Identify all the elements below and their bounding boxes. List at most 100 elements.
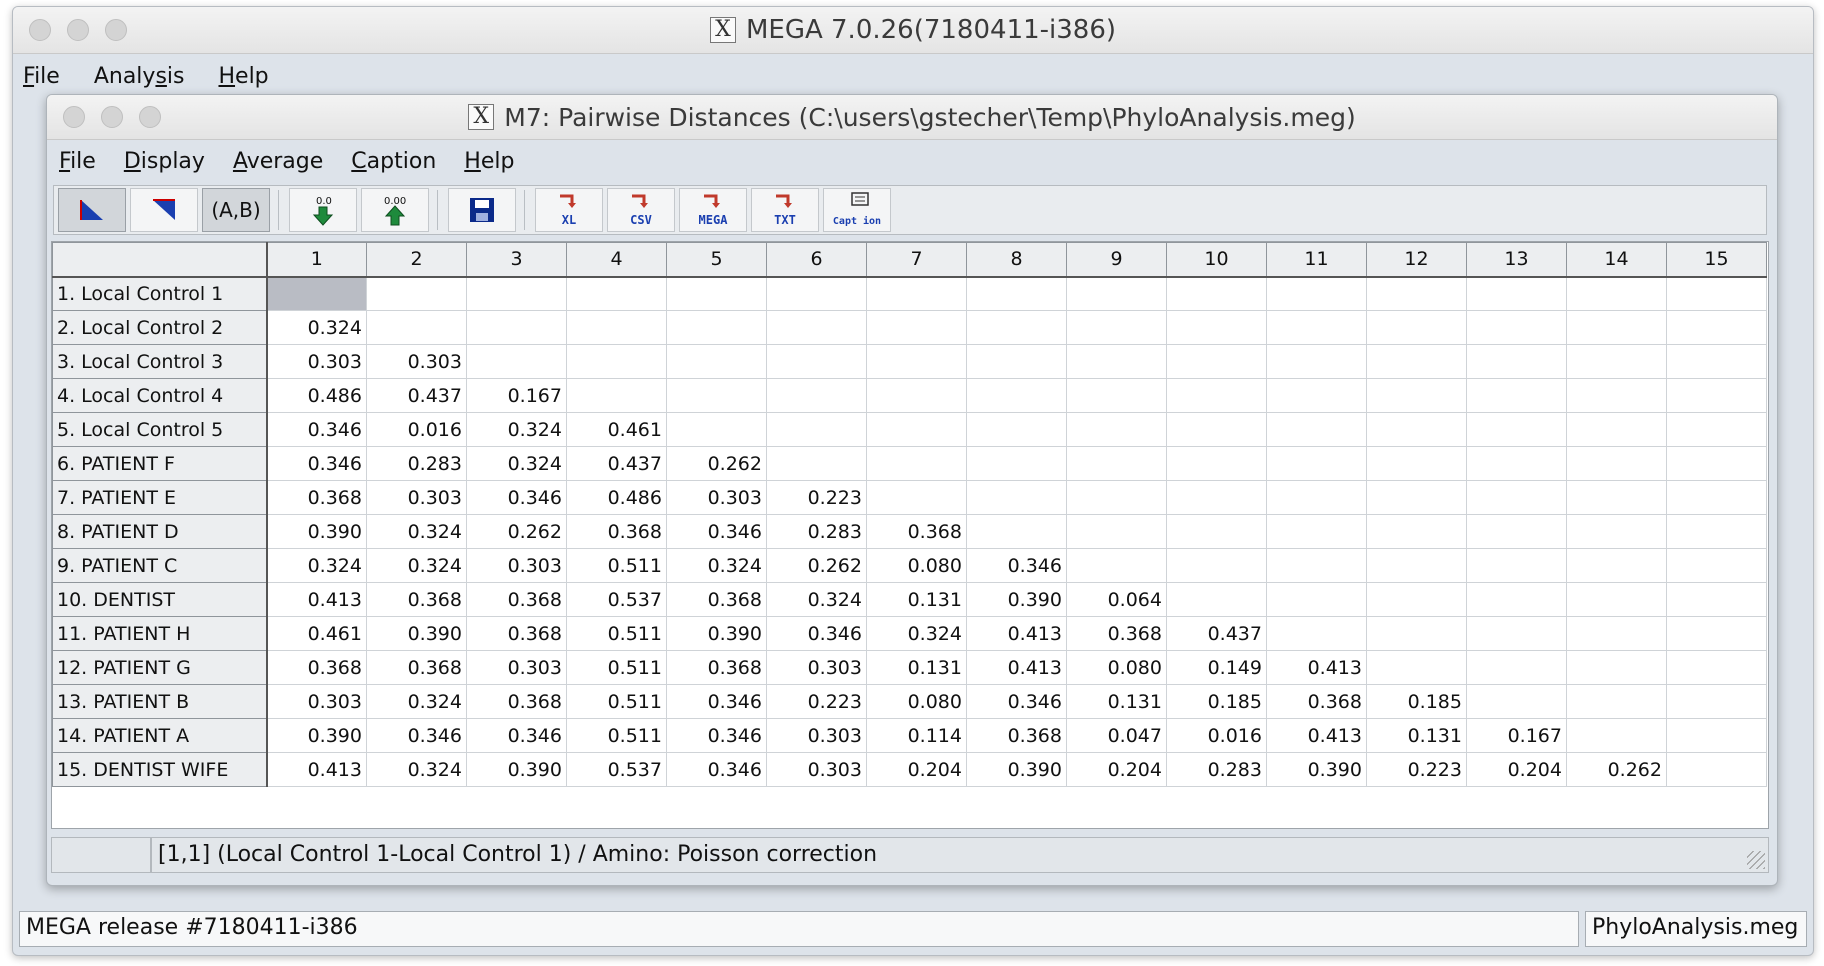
distance-cell[interactable] <box>866 378 967 413</box>
menu-average[interactable]: Average <box>233 149 323 174</box>
distance-cell[interactable] <box>1666 446 1767 481</box>
distance-cell[interactable] <box>1066 344 1167 379</box>
distance-cell[interactable]: 0.262 <box>666 446 767 481</box>
distance-cell[interactable]: 0.303 <box>366 344 467 379</box>
save-button[interactable] <box>448 188 516 232</box>
distance-cell[interactable] <box>766 344 867 379</box>
distance-cell[interactable] <box>1066 276 1167 311</box>
distance-cell[interactable]: 0.511 <box>566 650 667 685</box>
distance-cell[interactable] <box>1466 276 1567 311</box>
distance-cell[interactable] <box>1466 548 1567 583</box>
export-mega-button[interactable]: MEGA <box>679 188 747 232</box>
row-header[interactable]: 15. DENTIST WIFE <box>52 752 268 787</box>
distance-cell[interactable] <box>1666 582 1767 617</box>
resize-grip-icon[interactable] <box>1747 851 1765 869</box>
distance-cell[interactable]: 0.223 <box>1366 752 1467 787</box>
row-header[interactable]: 6. PATIENT F <box>52 446 268 481</box>
distance-cell[interactable]: 0.346 <box>266 446 367 481</box>
distance-cell[interactable] <box>1666 276 1767 311</box>
distance-cell[interactable]: 0.204 <box>866 752 967 787</box>
distance-cell[interactable] <box>966 344 1067 379</box>
distance-matrix-grid[interactable]: 1 2 3 4 5 6 7 8 9 10 11 12 13 14 15 1. Local Control 1… <box>51 241 1769 829</box>
distance-cell[interactable] <box>1666 548 1767 583</box>
distance-cell[interactable] <box>1466 310 1567 345</box>
distance-cell[interactable]: 0.185 <box>1366 684 1467 719</box>
distance-cell[interactable] <box>1166 514 1267 549</box>
distance-cell[interactable] <box>1066 412 1167 447</box>
distance-cell[interactable] <box>766 310 867 345</box>
distance-cell[interactable] <box>466 344 567 379</box>
distance-cell[interactable] <box>1566 718 1667 753</box>
distance-cell[interactable] <box>1566 650 1667 685</box>
distance-cell[interactable]: 0.346 <box>366 718 467 753</box>
distance-cell[interactable] <box>1166 310 1267 345</box>
distance-cell[interactable]: 0.303 <box>366 480 467 515</box>
distance-cell[interactable] <box>1466 480 1567 515</box>
export-csv-button[interactable]: CSV <box>607 188 675 232</box>
distance-cell[interactable]: 0.223 <box>766 480 867 515</box>
distance-cell[interactable]: 0.204 <box>1466 752 1567 787</box>
distance-cell[interactable]: 0.303 <box>466 650 567 685</box>
distance-cell[interactable] <box>966 514 1067 549</box>
distance-cell[interactable]: 0.016 <box>1166 718 1267 753</box>
distance-cell[interactable] <box>1466 616 1567 651</box>
distance-cell[interactable]: 0.368 <box>666 582 767 617</box>
row-header[interactable]: 3. Local Control 3 <box>52 344 268 379</box>
row-header[interactable]: 4. Local Control 4 <box>52 378 268 413</box>
distance-cell[interactable] <box>1166 548 1267 583</box>
distance-cell[interactable]: 0.437 <box>366 378 467 413</box>
distance-cell[interactable] <box>1166 344 1267 379</box>
distance-cell[interactable] <box>1466 344 1567 379</box>
distance-cell[interactable] <box>1366 582 1467 617</box>
distance-cell[interactable] <box>1266 616 1367 651</box>
distance-cell[interactable] <box>1566 412 1667 447</box>
distance-cell[interactable] <box>1066 480 1167 515</box>
column-header[interactable]: 7 <box>866 242 967 278</box>
distance-cell[interactable]: 0.080 <box>866 684 967 719</box>
distance-cell[interactable] <box>566 378 667 413</box>
distance-cell[interactable]: 0.368 <box>466 582 567 617</box>
distance-cell[interactable] <box>1066 446 1167 481</box>
distance-cell[interactable]: 0.390 <box>366 616 467 651</box>
row-header[interactable]: 13. PATIENT B <box>52 684 268 719</box>
column-header[interactable]: 13 <box>1466 242 1567 278</box>
distance-cell[interactable]: 0.390 <box>966 752 1067 787</box>
distance-cell[interactable] <box>866 412 967 447</box>
distance-cell[interactable]: 0.461 <box>266 616 367 651</box>
menu-file[interactable]: File <box>59 149 96 174</box>
distance-cell[interactable]: 0.413 <box>1266 650 1367 685</box>
distance-cell[interactable] <box>1366 514 1467 549</box>
distance-cell[interactable]: 0.080 <box>1066 650 1167 685</box>
distance-cell[interactable] <box>1166 276 1267 311</box>
distance-cell[interactable] <box>1566 276 1667 311</box>
distance-cell[interactable] <box>1266 514 1367 549</box>
column-header[interactable]: 11 <box>1266 242 1367 278</box>
distance-cell[interactable]: 0.346 <box>666 684 767 719</box>
distance-cell[interactable]: 0.185 <box>1166 684 1267 719</box>
distance-cell[interactable] <box>866 276 967 311</box>
distance-cell[interactable]: 0.346 <box>666 718 767 753</box>
distance-cell[interactable]: 0.346 <box>766 616 867 651</box>
distance-cell[interactable] <box>1066 514 1167 549</box>
increase-precision-button[interactable]: 0.00 <box>361 188 429 232</box>
distance-cell[interactable]: 0.368 <box>866 514 967 549</box>
distance-cell[interactable]: 0.149 <box>1166 650 1267 685</box>
distance-cell[interactable] <box>866 446 967 481</box>
menu-display[interactable]: Display <box>124 149 205 174</box>
distance-cell[interactable] <box>466 276 567 311</box>
distance-cell[interactable]: 0.346 <box>966 684 1067 719</box>
distance-cell[interactable]: 0.016 <box>366 412 467 447</box>
distance-cell[interactable]: 0.390 <box>666 616 767 651</box>
distance-cell[interactable]: 0.390 <box>966 582 1067 617</box>
column-header[interactable]: 14 <box>1566 242 1667 278</box>
row-header[interactable]: 9. PATIENT C <box>52 548 268 583</box>
distance-cell[interactable] <box>1566 684 1667 719</box>
distance-cell[interactable]: 0.413 <box>966 650 1067 685</box>
distance-cell[interactable]: 0.324 <box>666 548 767 583</box>
distance-cell[interactable]: 0.324 <box>766 582 867 617</box>
distance-cell[interactable] <box>1566 582 1667 617</box>
distance-cell[interactable] <box>1366 344 1467 379</box>
distance-cell[interactable]: 0.047 <box>1066 718 1167 753</box>
distance-cell[interactable] <box>1366 446 1467 481</box>
distance-cell[interactable] <box>766 412 867 447</box>
